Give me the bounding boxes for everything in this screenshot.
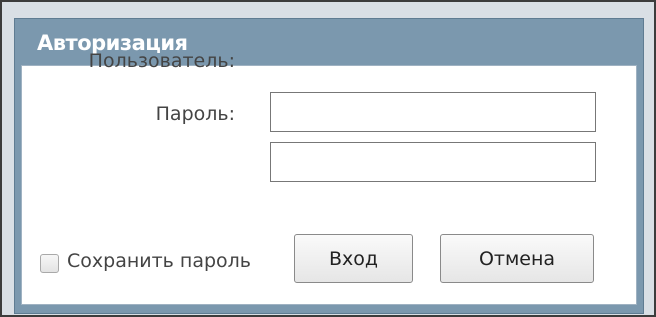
screenshot-border bbox=[0, 0, 656, 317]
window-frame: Авторизация Пользователь: Пароль: Сохран… bbox=[0, 0, 656, 317]
